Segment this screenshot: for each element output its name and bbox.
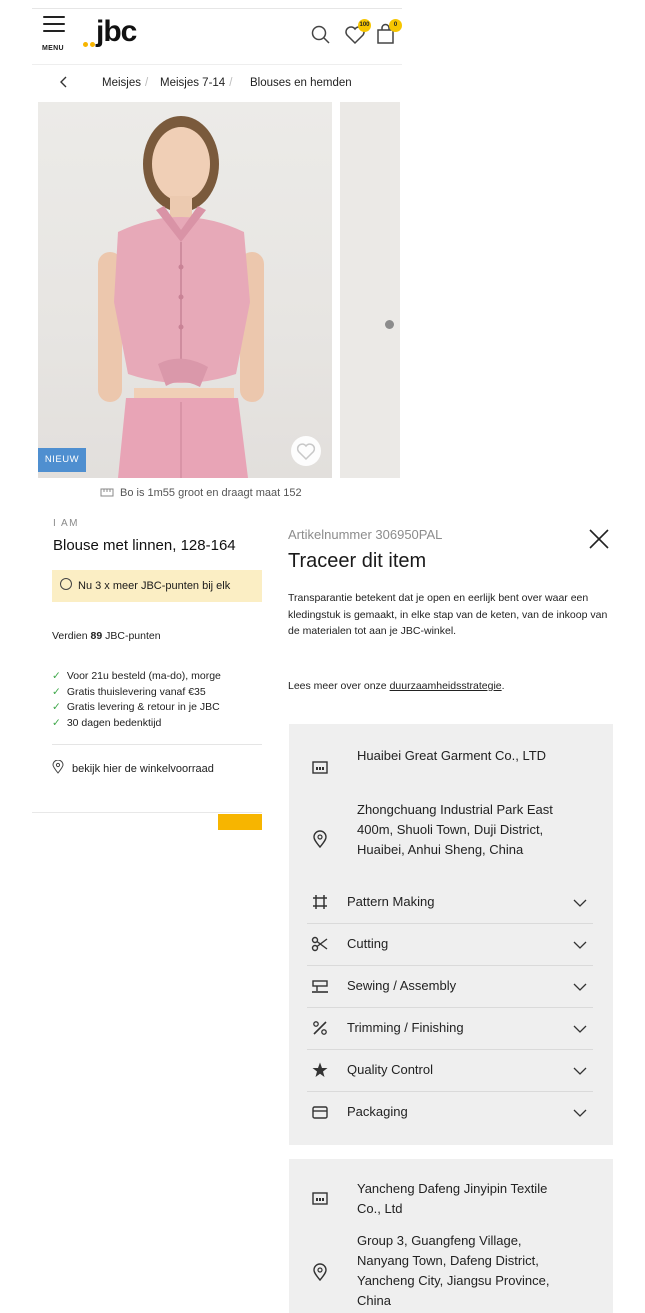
step-cutting[interactable]: Cutting <box>307 924 593 966</box>
panel-title: Traceer dit item <box>288 550 427 572</box>
divider <box>32 812 262 813</box>
box-icon <box>312 1106 328 1119</box>
usp-item: ✓ Voor 21u besteld (ma-do), morge <box>52 670 221 682</box>
logo[interactable]: jbc <box>96 15 137 49</box>
step-sewing-assembly[interactable]: Sewing / Assembly <box>307 966 593 1008</box>
supplier-card: Huaibei Great Garment Co., LTD Zhongchua… <box>289 724 613 1145</box>
chevron-down-icon <box>573 1109 587 1117</box>
supplier-name: Yancheng Dafeng Jinyipin Textile Co., Lt… <box>357 1181 548 1216</box>
coins-icon <box>60 578 72 590</box>
panel-description: Transparantie betekent dat je open en ee… <box>288 592 608 637</box>
cart-badge: 0 <box>389 19 402 32</box>
chevron-down-icon <box>573 1067 587 1075</box>
breadcrumb-item-meisjes[interactable]: Meisjes / <box>102 77 152 89</box>
sewing-machine-icon <box>312 980 328 993</box>
brand-label[interactable]: I AM <box>53 518 79 529</box>
heart-icon <box>296 443 316 461</box>
product-image[interactable] <box>38 102 332 478</box>
breadcrumb-item-blouses[interactable]: Blouses en hemden <box>250 77 352 89</box>
usp-item: ✓ Gratis thuislevering vanaf €35 <box>52 685 206 698</box>
model-info: Bo is 1m55 groot en draagt maat 152 <box>100 487 302 499</box>
points-heart-icon[interactable]: 100 <box>343 19 371 47</box>
read-more: Lees meer over onze duurzaamheidsstrateg… <box>288 680 505 692</box>
supplier-address: Group 3, Guangfeng Village, Nanyang Town… <box>357 1233 550 1308</box>
product-photo-illustration <box>98 116 264 478</box>
divider <box>52 744 262 745</box>
product-title: Blouse met linnen, 128-164 <box>53 537 236 554</box>
close-icon[interactable] <box>586 526 612 552</box>
site-header: MENU jbc 100 0 <box>32 8 402 65</box>
location-pin-icon <box>313 1263 327 1281</box>
usp-list: ✓ Voor 21u besteld (ma-do), morge ✓ Gratis… <box>52 669 262 731</box>
points-info: Verdien 89 JBC-punten <box>52 630 161 642</box>
store-stock-link[interactable]: bekijk hier de winkelvoorraad <box>52 759 214 775</box>
scissors-icon <box>311 936 328 952</box>
chevron-down-icon <box>573 1025 587 1033</box>
usp-item: ✓ 30 dagen bedenktijd <box>52 716 162 729</box>
factory-icon <box>312 1192 328 1205</box>
wishlist-button[interactable] <box>291 436 321 466</box>
check-icon: ✓ <box>52 716 61 729</box>
sustainability-link[interactable]: duurzaamheidsstrategie <box>390 680 502 692</box>
star-icon <box>312 1062 328 1077</box>
check-icon: ✓ <box>52 701 61 713</box>
supplier-address: Zhongchuang Industrial Park East 400m, S… <box>357 802 553 857</box>
step-pattern-making[interactable]: Pattern Making <box>307 882 593 924</box>
article-number: Artikelnummer 306950PAL <box>288 527 443 542</box>
promo-banner: Nu 3 x meer JBC-punten bij elk <box>52 570 262 602</box>
points-badge: 100 <box>358 19 371 32</box>
new-badge: NIEUW <box>38 448 86 472</box>
breadcrumb-item-meisjes-7-14[interactable]: Meisjes 7-14/ <box>160 77 236 89</box>
trimming-icon <box>313 1021 327 1035</box>
location-pin-icon <box>52 759 64 774</box>
back-chevron-icon[interactable] <box>56 74 72 90</box>
supplier-name: Huaibei Great Garment Co., LTD <box>357 748 547 763</box>
menu-icon[interactable] <box>43 16 65 38</box>
add-to-cart-button[interactable] <box>218 814 262 830</box>
ruler-icon <box>100 488 114 497</box>
pattern-making-icon <box>313 895 327 909</box>
check-icon: ✓ <box>52 685 61 698</box>
menu-label[interactable]: MENU <box>42 45 64 52</box>
carousel-dot[interactable] <box>385 320 394 329</box>
step-trimming-finishing[interactable]: Trimming / Finishing <box>307 1008 593 1050</box>
usp-item: ✓ Gratis levering & retour in je JBC <box>52 701 220 713</box>
location-pin-icon <box>313 830 327 848</box>
chevron-down-icon <box>573 983 587 991</box>
logo-dots <box>83 34 97 52</box>
chevron-down-icon <box>573 899 587 907</box>
product-image-next[interactable] <box>340 102 400 478</box>
factory-icon <box>312 761 328 774</box>
step-packaging[interactable]: Packaging <box>307 1092 593 1133</box>
supplier-card: Yancheng Dafeng Jinyipin Textile Co., Lt… <box>289 1159 613 1313</box>
cart-icon[interactable]: 0 <box>374 19 402 47</box>
check-icon: ✓ <box>52 670 61 682</box>
breadcrumb: Meisjes / Meisjes 7-14/ Blouses en hemden <box>32 70 402 98</box>
step-quality-control[interactable]: Quality Control <box>307 1050 593 1092</box>
search-icon[interactable] <box>309 23 333 47</box>
chevron-down-icon <box>573 941 587 949</box>
